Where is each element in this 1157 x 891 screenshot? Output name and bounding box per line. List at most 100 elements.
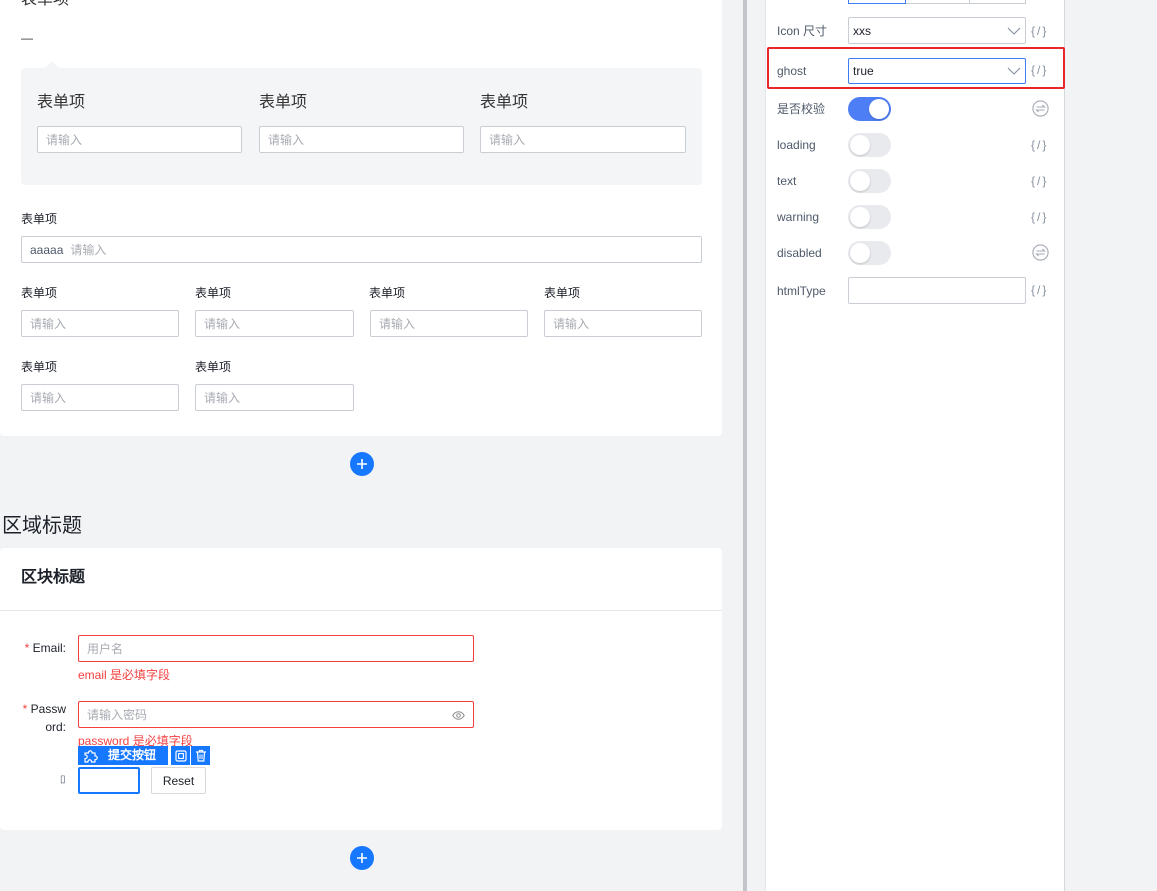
password-field[interactable] — [87, 702, 447, 727]
icon-size-select[interactable]: xxs — [848, 17, 1026, 44]
input-prefix: aaaaa — [30, 242, 64, 257]
validate-switch[interactable] — [848, 97, 891, 121]
text-input[interactable] — [544, 310, 702, 337]
email-input[interactable] — [78, 635, 474, 662]
chevron-down-icon — [1007, 27, 1021, 35]
email-field[interactable] — [87, 636, 465, 661]
text-input-field[interactable] — [204, 311, 345, 336]
segment-option[interactable] — [905, 0, 970, 4]
text-input[interactable] — [370, 310, 528, 337]
form-item-label: 表单项 — [480, 94, 529, 111]
text-input[interactable] — [259, 126, 464, 153]
block-title: 区块标题 — [21, 569, 86, 586]
reset-button[interactable]: Reset — [151, 767, 206, 794]
password-label-text: Password: — [30, 702, 66, 734]
text-input-field[interactable] — [46, 127, 233, 152]
form-item-label: 表单项 — [21, 360, 58, 374]
segment-option[interactable] — [848, 0, 906, 4]
form-item-label: 表单项 — [369, 286, 406, 300]
transform-icon[interactable] — [1032, 100, 1049, 117]
form-item-label: 表单项 — [195, 360, 232, 374]
prop-label-validate: 是否校验 — [777, 102, 826, 116]
email-error: email 是必填字段 — [78, 668, 171, 682]
expression-toggle[interactable]: {/} — [1031, 62, 1048, 78]
ghost-select[interactable]: true — [848, 58, 1026, 84]
text-input-field[interactable] — [379, 311, 519, 336]
text-input[interactable] — [480, 126, 686, 153]
selected-component-label: 提交按钮 — [108, 748, 157, 762]
collapse-toggle[interactable]: — — [21, 30, 33, 46]
segment-option[interactable] — [969, 0, 1026, 4]
text-input-field[interactable] — [204, 385, 345, 410]
form-card: 表单项 — 表单项 表单项 表单项 表单 — [0, 0, 722, 436]
delete-button[interactable] — [191, 746, 210, 765]
text-switch[interactable] — [848, 169, 891, 193]
segmented-control — [848, 0, 1026, 4]
add-component-button[interactable] — [350, 452, 374, 476]
warning-switch[interactable] — [848, 205, 891, 229]
designer-canvas: 表单项 — 表单项 表单项 表单项 表单 — [0, 0, 742, 891]
chevron-down-icon — [1007, 67, 1021, 75]
form-item-label: 表单项 — [259, 94, 308, 111]
prop-label-text: text — [777, 174, 797, 188]
text-input-field[interactable] — [30, 311, 170, 336]
html-type-input[interactable] — [848, 277, 1026, 304]
selection-toolbar: 提交按钮 — [78, 746, 210, 765]
eye-icon[interactable] — [452, 711, 465, 720]
email-label: * Email: — [16, 639, 66, 657]
text-input-field[interactable] — [268, 127, 455, 152]
puzzle-icon[interactable] — [84, 749, 99, 763]
text-input[interactable] — [37, 126, 242, 153]
text-input[interactable] — [21, 384, 179, 411]
password-input[interactable] — [78, 701, 474, 728]
email-label-text: Email: — [32, 641, 66, 655]
section-label: 表单项 — [21, 0, 69, 10]
panel-splitter[interactable] — [743, 0, 747, 891]
block-card: 区块标题 * Email: email 是必填字段 * Password: pa… — [0, 548, 722, 830]
submit-button[interactable] — [78, 767, 140, 794]
properties-panel: Icon 尺寸 xxs {/} ghost true {/} 是否校验 load… — [765, 0, 1065, 891]
region-title: 区域标题 — [2, 515, 82, 537]
prop-label-html-type: htmlType — [777, 284, 826, 298]
plus-icon — [357, 853, 367, 863]
form-item-label: 表单项 — [21, 286, 58, 300]
text-input[interactable] — [21, 310, 179, 337]
expression-toggle[interactable]: {/} — [1031, 137, 1048, 153]
password-label: * Password: — [18, 700, 66, 736]
disabled-switch[interactable] — [848, 241, 891, 265]
prop-label-ghost: ghost — [777, 64, 807, 78]
copy-button[interactable] — [171, 746, 190, 765]
text-input-field[interactable] — [553, 311, 693, 336]
text-input-field[interactable] — [489, 127, 677, 152]
text-input-field[interactable] — [30, 385, 170, 410]
prop-label-disabled: disabled — [777, 246, 822, 260]
add-component-button[interactable] — [350, 846, 374, 870]
toolbar-actions — [171, 746, 210, 765]
group-pointer — [45, 61, 59, 68]
form-item-label: 表单项 — [21, 212, 58, 226]
form-item-label: 表单项 — [544, 286, 581, 300]
expression-toggle[interactable]: {/} — [1031, 209, 1048, 225]
expression-toggle[interactable]: {/} — [1031, 23, 1048, 39]
prefixed-text-input[interactable]: aaaaa — [21, 236, 702, 263]
transform-icon[interactable] — [1032, 244, 1049, 261]
prop-label-icon-size: Icon 尺寸 — [777, 24, 828, 38]
text-input-field[interactable] — [70, 237, 693, 262]
required-mark: * — [24, 641, 30, 655]
text-input[interactable] — [195, 384, 354, 411]
plus-icon — [357, 459, 367, 469]
loading-switch[interactable] — [848, 133, 891, 157]
button-item-label: ▯ — [60, 774, 66, 785]
selected-component-tag[interactable]: 提交按钮 — [78, 746, 168, 765]
form-item-label: 表单项 — [195, 286, 232, 300]
prop-label-loading: loading — [777, 138, 816, 152]
block-divider — [0, 610, 722, 611]
copy-icon — [174, 749, 187, 762]
text-input[interactable] — [195, 310, 354, 337]
expression-toggle[interactable]: {/} — [1031, 282, 1048, 298]
delete-icon — [195, 749, 206, 762]
form-group-panel: 表单项 表单项 表单项 — [21, 61, 702, 185]
required-mark: * — [22, 702, 28, 716]
expression-toggle[interactable]: {/} — [1031, 173, 1048, 189]
form-item-label: 表单项 — [37, 94, 86, 111]
